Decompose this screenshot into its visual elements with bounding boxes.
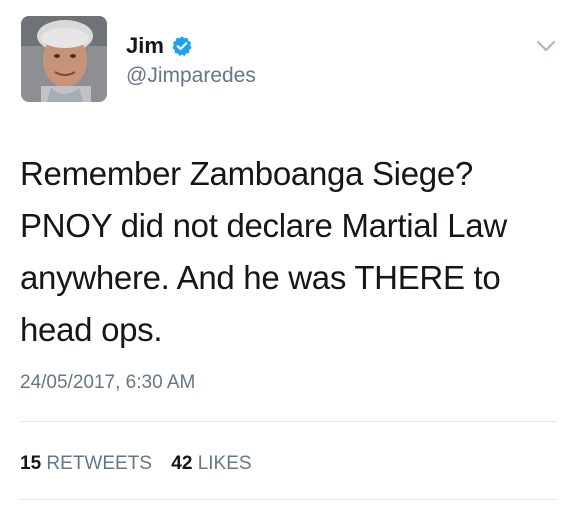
tweet-text-line: head ops. — [20, 311, 163, 348]
tweet-text-line: Remember Zamboanga Siege? — [20, 155, 473, 192]
tweet-text-line: anywhere. And he was THERE to — [20, 259, 501, 296]
divider — [20, 421, 557, 422]
retweets-stat[interactable]: 15 RETWEETS — [20, 453, 152, 475]
divider — [20, 499, 557, 500]
likes-label: LIKES — [197, 453, 252, 474]
tweet-card: Jim @Jimparedes Remember Zamboanga Siege… — [0, 0, 577, 506]
author-name-row[interactable]: Jim — [126, 33, 193, 59]
retweets-count: 15 — [20, 453, 42, 474]
author-handle[interactable]: @Jimparedes — [126, 64, 256, 88]
chevron-down-icon[interactable] — [536, 39, 556, 53]
likes-stat[interactable]: 42 LIKES — [171, 453, 251, 475]
tweet-stats: 15 RETWEETS 42 LIKES — [20, 453, 252, 475]
tweet-text-line: PNOY did not declare Martial Law — [20, 207, 507, 244]
author-display-name[interactable]: Jim — [126, 33, 164, 59]
retweets-label: RETWEETS — [46, 453, 152, 474]
avatar-image — [21, 16, 107, 102]
tweet-timestamp[interactable]: 24/05/2017, 6:30 AM — [20, 372, 195, 394]
likes-count: 42 — [171, 453, 193, 474]
verified-badge-icon — [171, 35, 193, 57]
avatar[interactable] — [21, 16, 107, 102]
tweet-text: Remember Zamboanga Siege? PNOY did not d… — [20, 148, 560, 356]
